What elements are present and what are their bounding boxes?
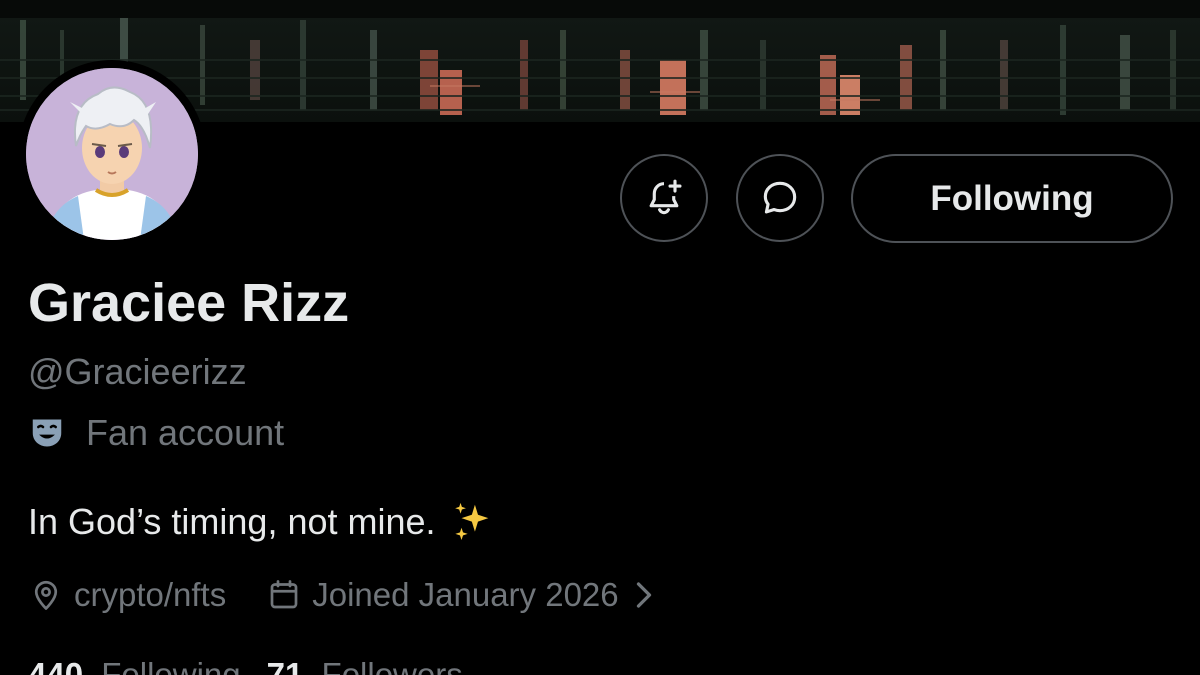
theater-mask-icon [28, 413, 68, 453]
account-label-text: Fan account [86, 412, 285, 453]
following-stat[interactable]: 440 Following [28, 654, 241, 675]
profile-meta: crypto/nfts Joined January 2026 [28, 572, 655, 618]
account-label[interactable]: Fan account [28, 410, 284, 456]
bell-plus-icon [649, 179, 682, 215]
followers-stat-label: Followers [321, 656, 463, 675]
display-name: Graciee Rizz [28, 273, 350, 333]
following-button[interactable]: Following [851, 154, 1173, 243]
joined-text: Joined January 2026 [312, 576, 619, 613]
location-text: crypto/nfts [74, 576, 227, 613]
profile-page: Following Graciee Rizz @Gracieerizz Fan … [0, 0, 1200, 675]
bio-text: In God’s timing, not mine. [28, 501, 436, 542]
user-handle: @Gracieerizz [28, 351, 247, 392]
sparkles-icon [450, 499, 496, 545]
message-bubble-icon [763, 181, 797, 214]
profile-stats: 440 Following 71 Followers [28, 654, 463, 675]
followers-stat[interactable]: 71 Followers [267, 654, 463, 675]
avatar-image [26, 68, 198, 240]
message-button[interactable] [736, 154, 824, 242]
location-pin-icon [28, 577, 64, 613]
followers-count: 71 [266, 656, 304, 675]
joined-item[interactable]: Joined January 2026 [266, 576, 654, 614]
chevron-right-icon [633, 580, 655, 610]
location-item: crypto/nfts [28, 576, 226, 614]
notify-button[interactable] [620, 154, 708, 242]
calendar-icon [266, 577, 302, 613]
following-count: 440 [28, 656, 84, 675]
profile-bio: In God’s timing, not mine. [28, 498, 496, 546]
avatar[interactable] [18, 60, 206, 248]
following-stat-label: Following [101, 656, 241, 675]
